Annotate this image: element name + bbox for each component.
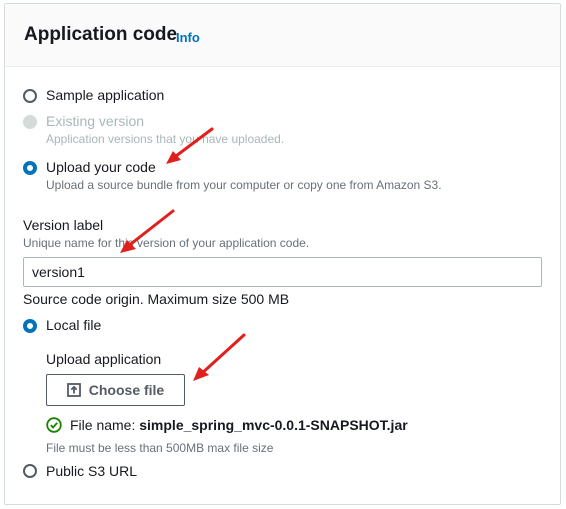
upload-icon — [66, 383, 81, 397]
upload-your-code-label[interactable]: Upload your code — [46, 159, 156, 175]
file-size-hint: File must be less than 500MB max file si… — [46, 441, 274, 455]
upload-application-label: Upload application — [46, 351, 162, 367]
info-link[interactable]: Info — [176, 30, 200, 45]
existing-version-description: Application versions that you have uploa… — [46, 132, 285, 146]
choose-file-label: Choose file — [88, 382, 165, 398]
source-code-origin-label: Source code origin. Maximum size 500 MB — [23, 291, 290, 307]
public-s3-url-label[interactable]: Public S3 URL — [46, 463, 137, 479]
sample-application-label[interactable]: Sample application — [46, 87, 164, 103]
version-label-input[interactable]: version1 — [23, 257, 542, 287]
local-file-label[interactable]: Local file — [46, 317, 101, 333]
choose-file-button[interactable]: Choose file — [46, 374, 185, 406]
panel-title: Application code — [24, 24, 178, 45]
panel-header: Application code Info — [5, 4, 560, 67]
version-label-description: Unique name for this version of your app… — [23, 236, 310, 250]
file-name-value: simple_spring_mvc-0.0.1-SNAPSHOT.jar — [139, 417, 408, 433]
upload-your-code-description: Upload a source bundle from your compute… — [46, 178, 442, 192]
check-circle-icon — [46, 417, 62, 433]
radio-public-s3-url[interactable] — [23, 464, 37, 478]
existing-version-label: Existing version — [46, 113, 145, 129]
radio-local-file[interactable] — [23, 319, 37, 333]
file-name-text: File name: simple_spring_mvc-0.0.1-SNAPS… — [70, 417, 408, 433]
radio-upload-your-code[interactable] — [23, 161, 37, 175]
radio-sample-application[interactable] — [23, 89, 37, 103]
version-label-heading: Version label — [23, 217, 104, 233]
file-name-prefix: File name: — [70, 417, 140, 433]
radio-existing-version — [23, 115, 37, 129]
